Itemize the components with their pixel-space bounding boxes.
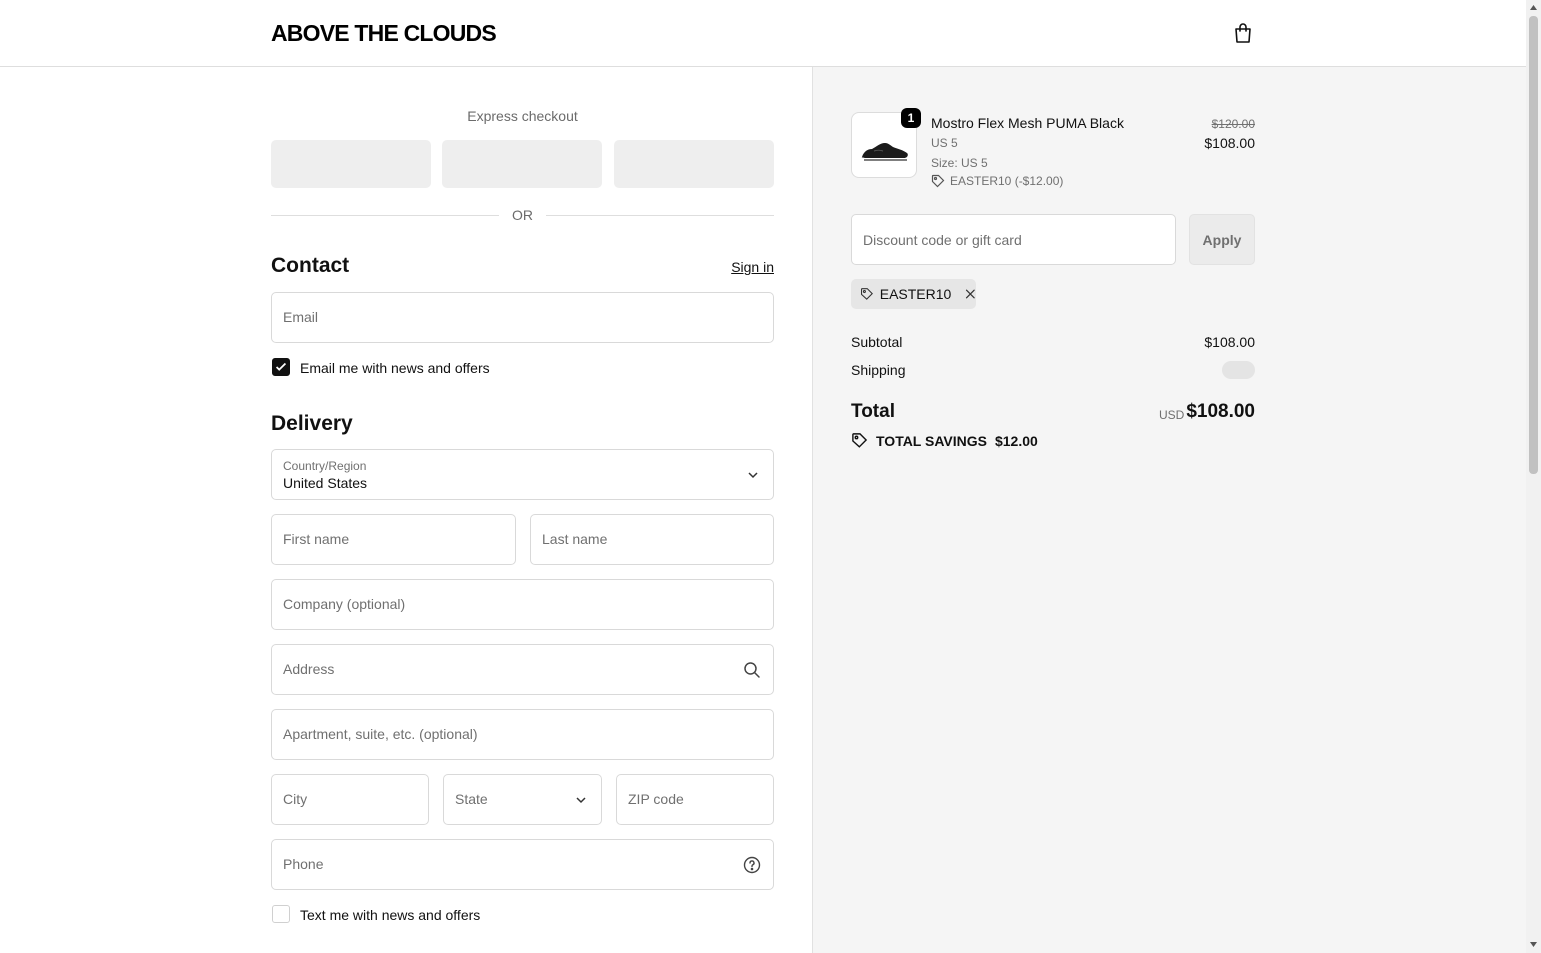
quantity-badge: 1 [901,108,921,128]
total-label: Total [851,401,895,422]
order-summary-panel [812,67,1526,953]
help-circle-icon[interactable] [743,856,761,874]
scrollbar-thumb[interactable] [1529,16,1538,474]
last-name-field[interactable]: Last name [530,514,774,565]
product-discount: EASTER10 (-$12.00) [931,174,1063,188]
product-variant: US 5 [931,136,958,150]
country-value: United States [283,475,368,491]
applied-code-chip: EASTER10 [851,279,976,309]
email-field[interactable]: Email [271,292,774,343]
close-icon[interactable] [965,287,976,301]
subtotal-value: $108.00 [1204,334,1255,350]
total-value: $108.00 [1186,401,1255,422]
country-label: Country/Region [283,459,367,473]
discount-placeholder: Discount code or gift card [863,232,1022,248]
state-select[interactable]: State [443,774,602,825]
first-name-placeholder: First name [283,531,350,547]
scroll-down-arrow-icon[interactable] [1529,940,1538,949]
apartment-field[interactable]: Apartment, suite, etc. (optional) [271,709,774,760]
country-select[interactable]: Country/Region United States [271,449,774,500]
original-price: $120.00 [1211,117,1255,131]
chevron-down-icon [576,797,586,804]
checkmark-icon [275,362,287,371]
zip-placeholder: ZIP code [628,791,684,807]
search-icon [744,662,760,678]
page-scrollbar[interactable] [1526,0,1541,953]
text-news-checkbox[interactable] [272,905,290,923]
chevron-down-icon [748,472,758,479]
scroll-up-arrow-icon[interactable] [1529,3,1538,12]
product-discount-text: EASTER10 (-$12.00) [950,174,1064,188]
apply-discount-button[interactable]: Apply [1189,214,1255,265]
product-name: Mostro Flex Mesh PUMA Black [931,115,1124,131]
total-savings: TOTAL SAVINGS $12.00 [851,432,1038,449]
total-currency: USD [1159,408,1185,422]
express-pay-button-3[interactable] [614,140,774,188]
city-placeholder: City [283,791,308,807]
discount-code-input[interactable]: Discount code or gift card [851,214,1176,265]
divider-right [546,215,774,216]
express-checkout-label: Express checkout [467,108,578,124]
or-divider-text: OR [512,207,533,223]
header: ABOVE THE CLOUDS [0,0,1526,67]
company-placeholder: Company (optional) [283,596,406,612]
contact-heading: Contact [271,254,350,277]
divider-left [271,215,499,216]
phone-field[interactable]: Phone [271,839,774,890]
delivery-heading: Delivery [271,412,353,435]
total-savings-label: TOTAL SAVINGS [876,432,987,449]
applied-code-text: EASTER10 [879,286,952,302]
product-size: Size: US 5 [931,156,988,170]
tag-icon [860,288,873,300]
store-logo[interactable]: ABOVE THE CLOUDS [271,20,497,47]
tag-icon [931,174,945,188]
sign-in-link[interactable]: Sign in [720,259,774,275]
phone-placeholder: Phone [283,856,324,872]
express-pay-button-1[interactable] [271,140,431,188]
text-news-label: Text me with news and offers [300,907,481,923]
email-placeholder: Email [283,309,319,325]
city-field[interactable]: City [271,774,429,825]
last-name-placeholder: Last name [542,531,608,547]
email-news-label: Email me with news and offers [300,360,490,376]
address-placeholder: Address [283,661,335,677]
shipping-value-placeholder [1222,361,1255,379]
zip-field[interactable]: ZIP code [616,774,774,825]
address-field[interactable]: Address [271,644,774,695]
state-placeholder: State [455,791,488,807]
shipping-label: Shipping [851,362,906,378]
email-news-checkbox[interactable] [272,358,290,376]
discounted-price: $108.00 [1204,135,1255,151]
subtotal-label: Subtotal [851,334,903,350]
company-field[interactable]: Company (optional) [271,579,774,630]
first-name-field[interactable]: First name [271,514,516,565]
total-savings-value: $12.00 [994,432,1038,449]
apartment-placeholder: Apartment, suite, etc. (optional) [283,726,478,742]
tag-icon [852,433,868,448]
express-pay-button-2[interactable] [442,140,602,188]
shopping-bag-icon[interactable] [1231,21,1255,45]
